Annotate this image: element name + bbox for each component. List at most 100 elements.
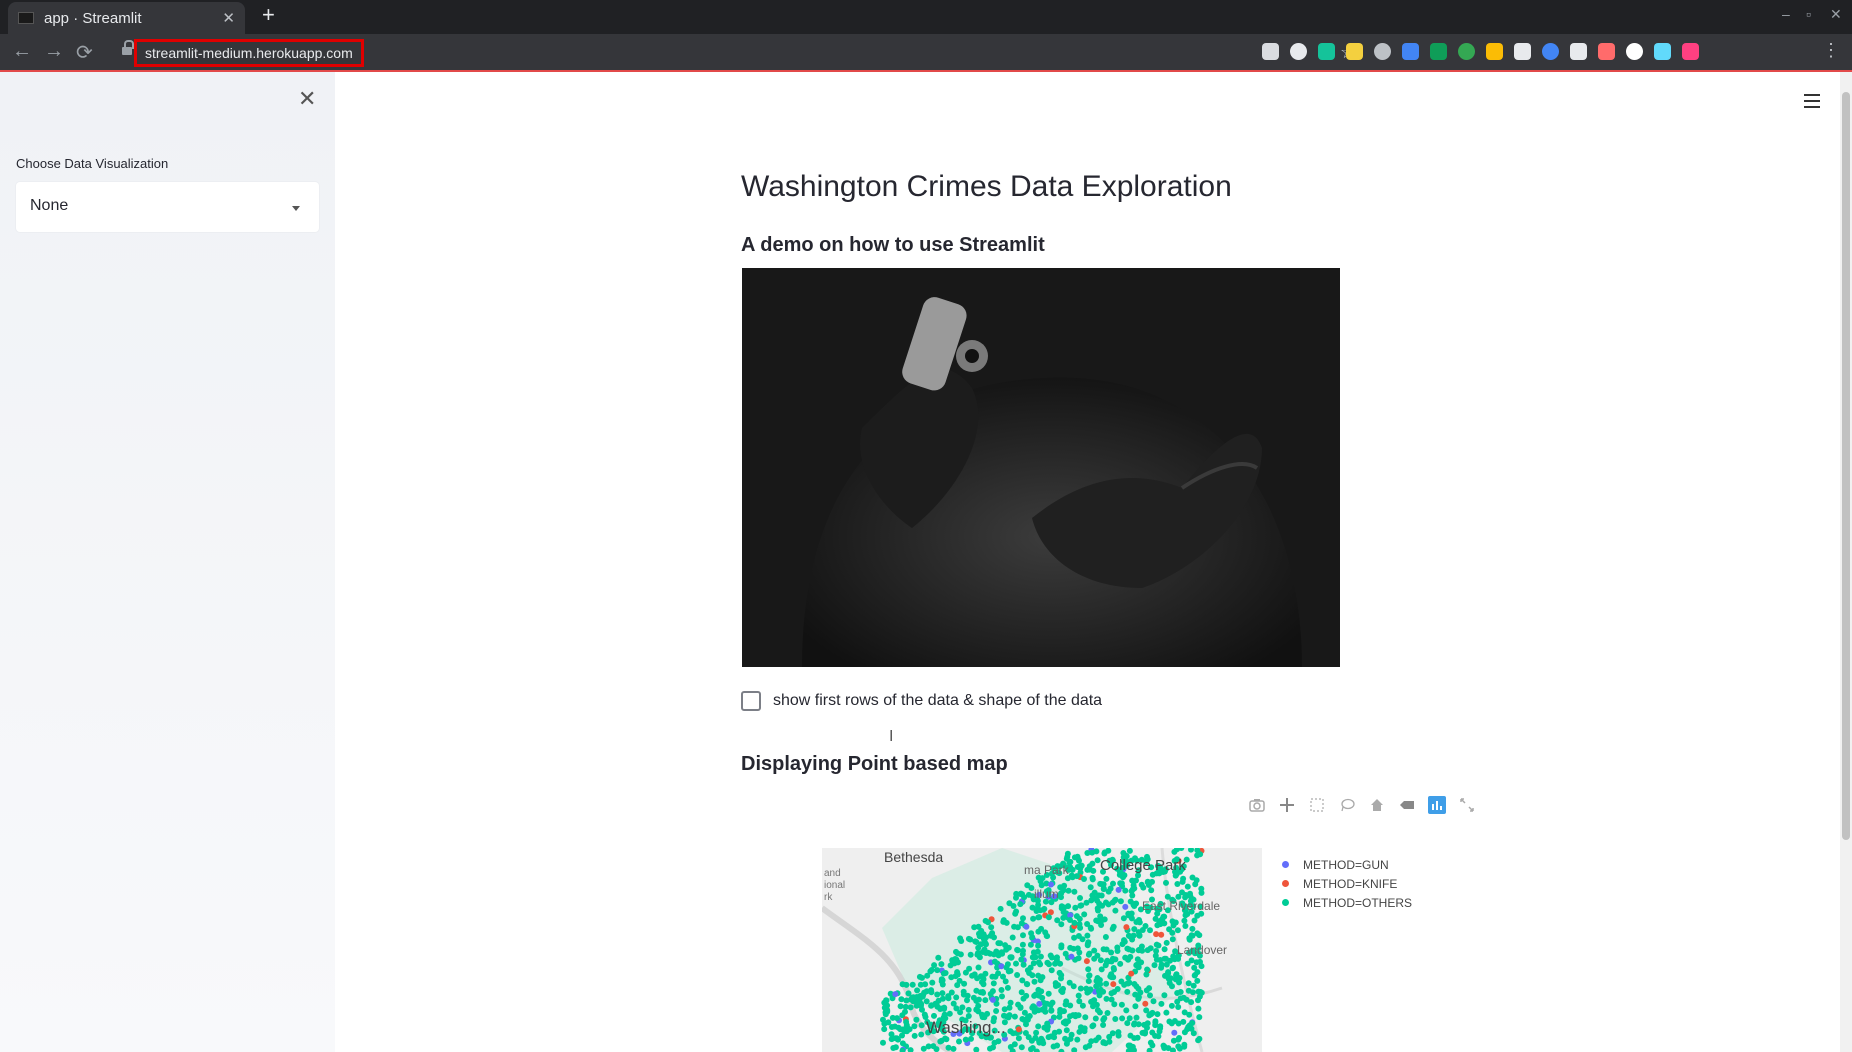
minimize-icon[interactable]: – [1782,6,1790,22]
browser-extension-icon[interactable] [1486,43,1503,60]
map-point [1176,1045,1183,1052]
map-point [1108,949,1115,956]
url-text[interactable]: streamlit-medium.herokuapp.com [134,39,364,67]
browser-extension-icon[interactable] [1262,43,1279,60]
browser-extension-icon[interactable] [1346,43,1363,60]
address-bar[interactable]: streamlit-medium.herokuapp.com ☆ [118,38,1356,68]
reload-icon[interactable]: ⟳ [76,40,93,65]
reset-view-home-icon[interactable] [1368,796,1386,814]
map-point [1163,961,1170,968]
map-point [1121,938,1128,945]
map-point [1045,1034,1052,1041]
browser-extension-icon[interactable] [1374,43,1391,60]
fullscreen-icon[interactable] [1458,796,1476,814]
map-point [1117,960,1124,967]
scrollbar-thumb[interactable] [1842,92,1850,840]
map-point [1158,931,1165,938]
map-point [913,998,920,1005]
map-point [913,1016,920,1023]
map-point [1089,874,1096,881]
map-point [1133,962,1140,969]
hamburger-menu-icon[interactable] [1804,94,1820,108]
map-point [1188,932,1195,939]
legend-item-others[interactable]: METHOD=OTHERS [1282,893,1412,912]
map-point [1130,882,1137,889]
map-point [1018,956,1025,963]
map-point [1084,932,1091,939]
legend-marker [1282,880,1289,887]
map-point [1030,960,1037,967]
map-point [1194,852,1201,859]
browser-extension-icon[interactable] [1458,43,1475,60]
map-point [1184,960,1191,967]
plotly-logo-icon[interactable] [1428,796,1446,814]
back-icon[interactable]: ← [12,40,32,63]
map-point [1181,1009,1188,1016]
browser-extension-icon[interactable] [1654,43,1671,60]
map-point [1111,1001,1118,1008]
browser-extension-icon[interactable] [1542,43,1559,60]
map-point [1163,939,1170,946]
show-data-checkbox[interactable] [741,691,761,711]
legend-item-knife[interactable]: METHOD=KNIFE [1282,874,1412,893]
browser-tab[interactable]: app · Streamlit ✕ [8,2,245,34]
map-point [1095,892,1102,899]
browser-extension-icon[interactable] [1570,43,1587,60]
map-point [1076,915,1083,922]
browser-extension-icon[interactable] [1318,43,1335,60]
map-point [917,981,924,988]
map-point [945,995,952,1002]
map-point [1022,1030,1029,1036]
map-point [1086,988,1093,995]
box-select-icon[interactable] [1308,796,1326,814]
restore-icon[interactable]: ▫ [1806,6,1811,22]
new-tab-button[interactable]: + [262,2,275,28]
map-point [1100,1022,1107,1028]
visualization-select[interactable]: None [16,182,319,232]
point-map[interactable]: Bethesda College Park East Riverdale Lan… [822,848,1262,1052]
browser-extension-icon[interactable] [1514,43,1531,60]
map-point [1048,954,1055,961]
map-point [982,997,989,1004]
lock-icon [122,40,134,56]
browser-extension-icon[interactable] [1626,43,1643,60]
map-point [948,974,955,981]
gunman-illustration [742,268,1340,667]
pan-icon[interactable] [1278,796,1296,814]
map-point [1114,986,1121,992]
legend-item-gun[interactable]: METHOD=GUN [1282,855,1412,874]
browser-menu-icon[interactable]: ⋮ [1822,40,1840,61]
browser-extension-icon[interactable] [1598,43,1615,60]
map-point [1150,998,1157,1005]
tab-close-icon[interactable]: ✕ [222,9,235,27]
forward-icon[interactable]: → [44,40,64,63]
window-close-icon[interactable]: ✕ [1830,6,1842,23]
page-scrollbar[interactable] [1840,72,1852,1052]
browser-extension-icon[interactable] [1290,43,1307,60]
map-point [1047,1002,1054,1008]
browser-extension-icon[interactable] [1682,43,1699,60]
map-point [1108,974,1115,981]
map-point [893,1035,900,1042]
map-point [1122,954,1129,961]
map-point [1148,887,1155,894]
browser-extension-icon[interactable] [1402,43,1419,60]
map-point [1158,961,1165,968]
map-point [1123,1007,1130,1014]
map-point [1131,926,1138,933]
map-point [1148,1011,1155,1018]
map-point [1067,944,1074,951]
map-point [1161,1043,1168,1050]
map-point [1109,899,1116,906]
show-data-checkbox-row[interactable]: show first rows of the data & shape of t… [741,691,1102,711]
sidebar-close-icon[interactable]: ✕ [298,86,316,112]
map-point [1188,999,1195,1006]
camera-icon[interactable] [1248,796,1266,814]
hover-icon[interactable] [1398,796,1416,814]
map-point [957,951,964,958]
map-point [1147,992,1153,999]
map-point [1149,878,1155,885]
map-point [1101,850,1108,857]
browser-extension-icon[interactable] [1430,43,1447,60]
lasso-select-icon[interactable] [1338,796,1356,814]
